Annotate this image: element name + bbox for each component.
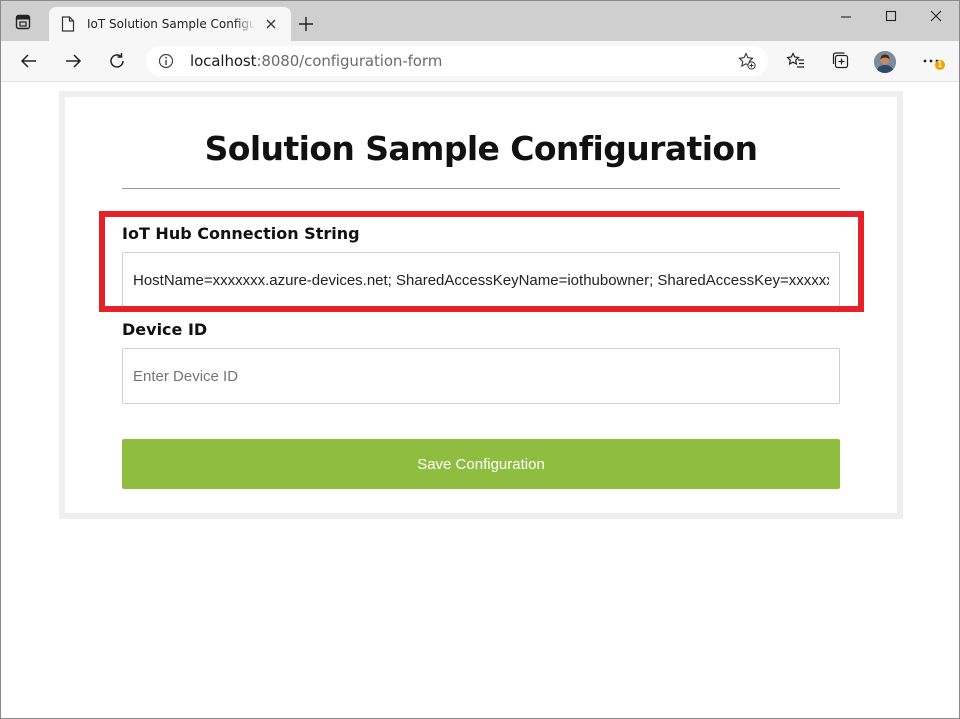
page-title: Solution Sample Configuration xyxy=(204,129,758,168)
new-tab-icon[interactable] xyxy=(297,15,315,33)
page-content: Solution Sample Configuration IoT Hub Co… xyxy=(1,82,959,718)
browser-window: IoT Solution Sample Configuration xyxy=(0,0,960,719)
page-icon xyxy=(61,16,75,32)
collections-icon[interactable] xyxy=(831,51,851,71)
refresh-icon[interactable] xyxy=(107,51,127,71)
close-tab-icon[interactable] xyxy=(263,16,279,32)
device-id-label: Device ID xyxy=(122,320,208,339)
navigation-bar: localhost:8080/configuration-form 1 xyxy=(1,41,959,82)
configuration-card: Solution Sample Configuration IoT Hub Co… xyxy=(59,91,903,519)
back-icon[interactable] xyxy=(19,51,39,71)
add-favorite-icon[interactable] xyxy=(738,52,756,70)
profile-photo-icon xyxy=(874,51,896,73)
tab-strip: IoT Solution Sample Configuration xyxy=(1,1,959,41)
close-window-icon[interactable] xyxy=(913,7,959,29)
connection-string-label: IoT Hub Connection String xyxy=(122,224,360,243)
maximize-icon[interactable] xyxy=(868,7,914,29)
forward-icon[interactable] xyxy=(63,51,83,71)
url-host: localhost xyxy=(190,52,257,70)
tab-title: IoT Solution Sample Configuration xyxy=(87,17,255,31)
favorites-icon[interactable] xyxy=(786,51,806,71)
tab-actions-icon[interactable] xyxy=(15,14,31,30)
address-bar[interactable]: localhost:8080/configuration-form xyxy=(146,46,768,76)
device-id-input[interactable] xyxy=(122,348,840,404)
profile-avatar[interactable] xyxy=(874,51,896,73)
title-divider xyxy=(122,188,840,189)
minimize-icon[interactable] xyxy=(823,7,869,29)
notification-badge: 1 xyxy=(935,60,945,70)
tab-active[interactable]: IoT Solution Sample Configuration xyxy=(49,7,291,41)
site-info-icon[interactable] xyxy=(158,53,174,69)
url-path: :8080/configuration-form xyxy=(256,52,443,70)
save-configuration-button[interactable]: Save Configuration xyxy=(122,439,840,489)
connection-string-input[interactable] xyxy=(122,252,840,308)
url-text: localhost:8080/configuration-form xyxy=(190,52,442,70)
